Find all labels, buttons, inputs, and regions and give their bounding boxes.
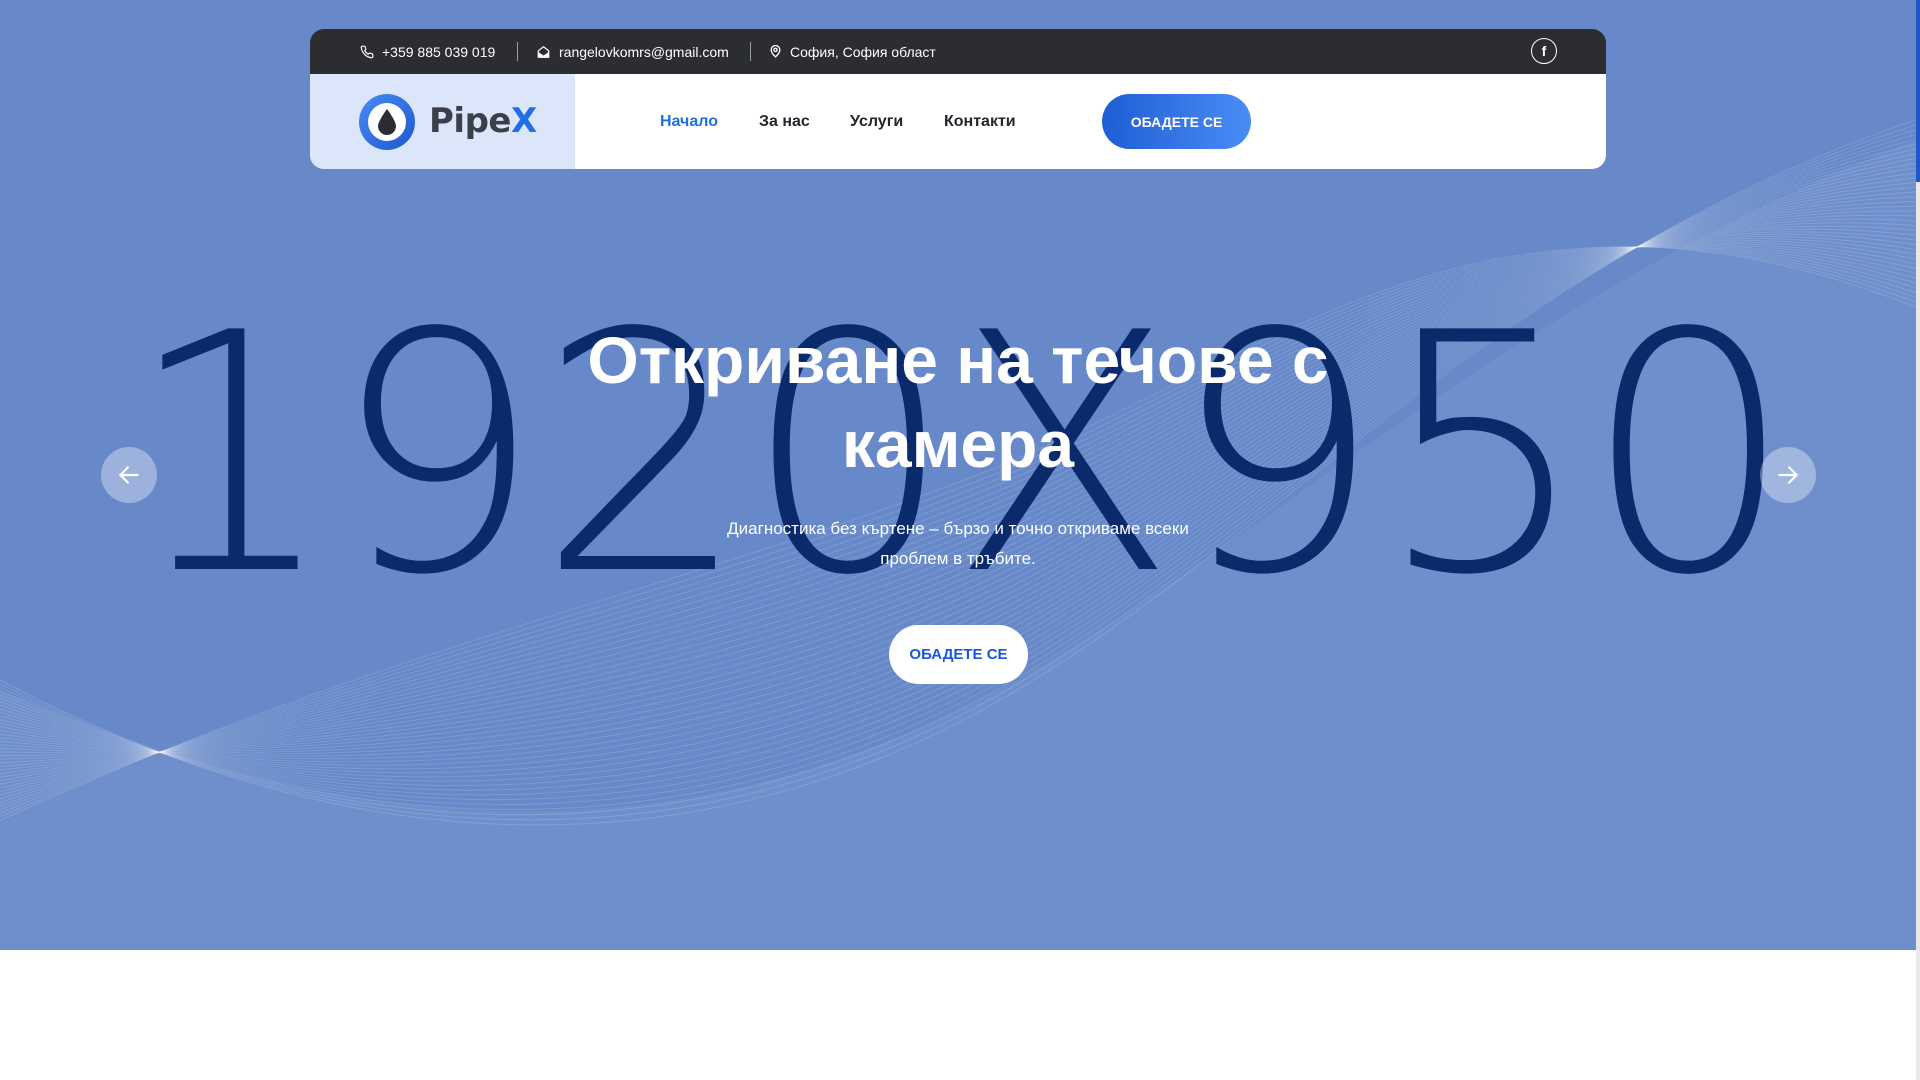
scrollbar-thumb[interactable] bbox=[1916, 0, 1920, 182]
main-navbar: PipeX Начало За нас Услуги Контакти ОБАД… bbox=[310, 74, 1606, 169]
nav-about[interactable]: За нас bbox=[759, 74, 810, 169]
topbar-phone-text: +359 885 039 019 bbox=[382, 43, 496, 60]
topbar-divider bbox=[750, 42, 751, 61]
email-icon bbox=[537, 45, 550, 58]
header-call-button[interactable]: ОБАДЕТЕ СЕ bbox=[1102, 94, 1251, 149]
page: 1920X950 Откриване на течове с камера Ди… bbox=[0, 0, 1920, 1080]
hero-title: Откриване на течове с камера bbox=[508, 318, 1408, 486]
slider-prev-button[interactable] bbox=[101, 447, 157, 503]
topbar-phone[interactable]: +359 885 039 019 bbox=[360, 29, 495, 74]
slider-next-button[interactable] bbox=[1760, 447, 1816, 503]
logo-text: PipeX bbox=[429, 98, 537, 144]
topbar-location-text: София, София област bbox=[790, 43, 936, 60]
facebook-link[interactable]: f bbox=[1531, 38, 1557, 64]
topbar-email-text: rangelovkomrs@gmail.com bbox=[559, 43, 729, 60]
topbar-location: София, София област bbox=[769, 29, 936, 74]
top-contact-bar: +359 885 039 019 rangelovkomrs@gmail.com… bbox=[310, 29, 1606, 74]
topbar-email[interactable]: rangelovkomrs@gmail.com bbox=[536, 29, 729, 74]
hero-call-button[interactable]: ОБАДЕТЕ СЕ bbox=[889, 625, 1028, 684]
hero-subtitle-line-2: проблем в тръбите. bbox=[880, 549, 1036, 568]
location-pin-icon bbox=[770, 44, 781, 58]
nav-home[interactable]: Начало bbox=[660, 74, 718, 169]
nav-contacts[interactable]: Контакти bbox=[944, 74, 1016, 169]
hero-title-line-2: камера bbox=[841, 407, 1075, 481]
arrow-left-icon bbox=[119, 466, 139, 484]
logo[interactable]: PipeX bbox=[310, 74, 575, 169]
water-drop-logo-icon bbox=[359, 94, 415, 150]
hero-title-line-1: Откриване на течове с bbox=[587, 323, 1329, 397]
topbar-divider bbox=[517, 42, 518, 61]
nav-services[interactable]: Услуги bbox=[850, 74, 903, 169]
hero-subtitle: Диагностика без къртене – бързо и точно … bbox=[708, 514, 1208, 574]
phone-icon bbox=[360, 45, 374, 58]
logo-text-main: Pipe bbox=[429, 101, 511, 141]
hero-subtitle-line-1: Диагностика без къртене – бързо и точно … bbox=[727, 519, 1189, 538]
logo-text-accent: X bbox=[510, 101, 537, 141]
facebook-icon: f bbox=[1541, 43, 1547, 59]
arrow-right-icon bbox=[1778, 466, 1798, 484]
